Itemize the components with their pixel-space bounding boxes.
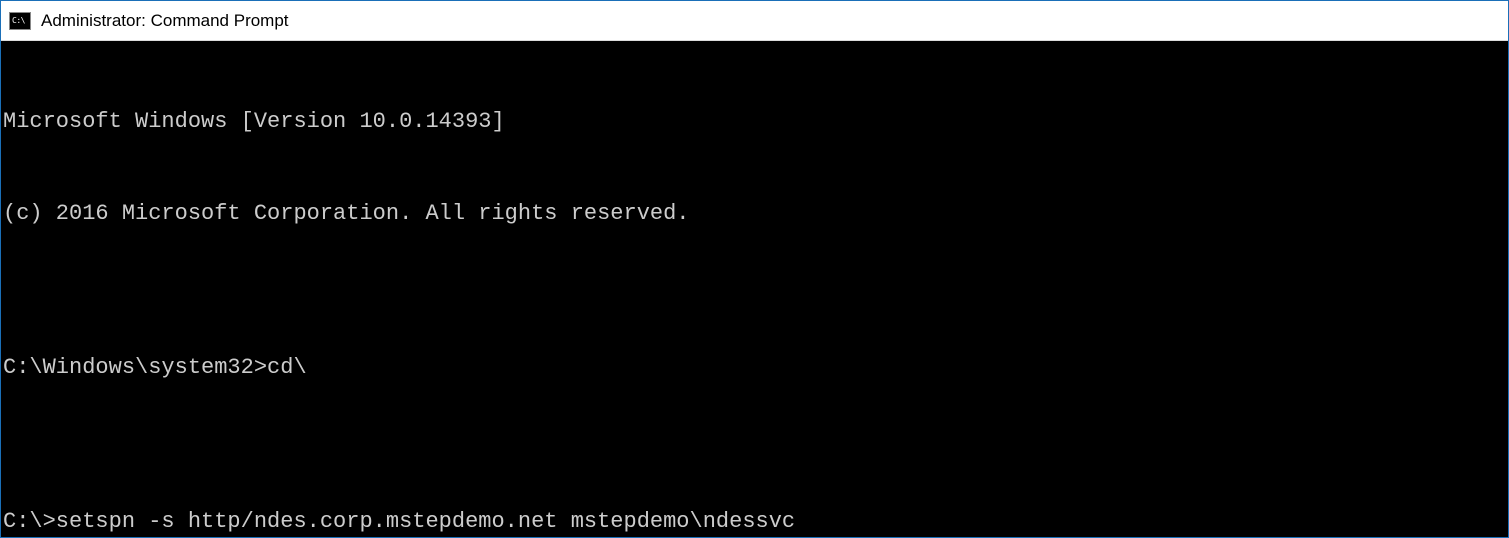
icon-glyph: C:\ bbox=[12, 17, 25, 25]
output-line: (c) 2016 Microsoft Corporation. All righ… bbox=[3, 199, 1506, 230]
command-prompt-window: C:\ Administrator: Command Prompt Micros… bbox=[0, 0, 1509, 538]
titlebar[interactable]: C:\ Administrator: Command Prompt bbox=[1, 1, 1508, 41]
command-prompt-icon: C:\ bbox=[9, 12, 31, 30]
output-line: C:\>setspn -s http/ndes.corp.mstepdemo.n… bbox=[3, 507, 1506, 537]
output-line: C:\Windows\system32>cd\ bbox=[3, 353, 1506, 384]
window-title: Administrator: Command Prompt bbox=[41, 11, 289, 31]
output-line: Microsoft Windows [Version 10.0.14393] bbox=[3, 107, 1506, 138]
terminal-output[interactable]: Microsoft Windows [Version 10.0.14393] (… bbox=[1, 41, 1508, 537]
